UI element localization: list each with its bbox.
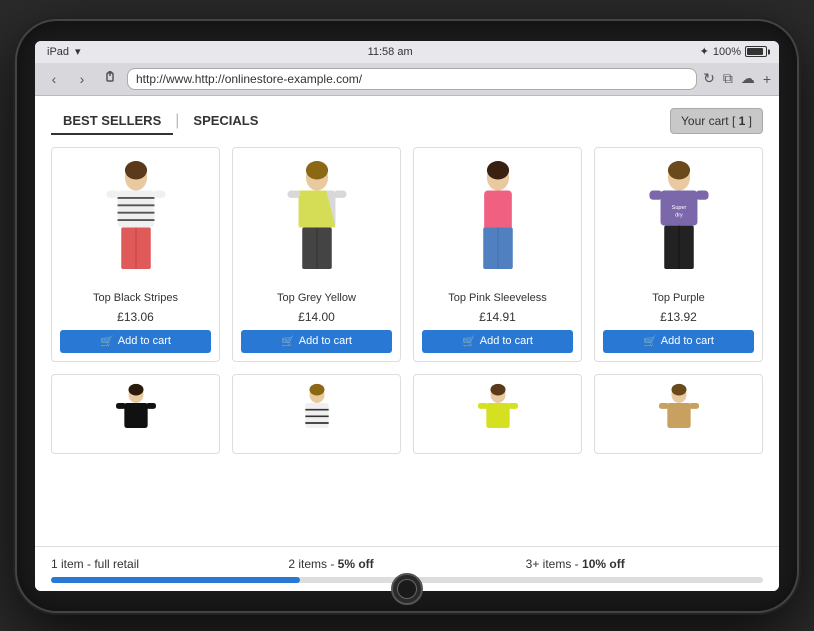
product-price-3: £14.91 [479, 310, 516, 324]
add-to-cart-label-3: Add to cart [480, 335, 533, 347]
wifi-icon: ▾ [75, 45, 81, 58]
status-bar: iPad ▾ 11:58 am ✦ 100% [35, 41, 779, 63]
bluetooth-icon: ✦ [700, 45, 709, 58]
promo-tier-1: 1 item - full retail [51, 555, 288, 573]
product-grid-row2 [51, 374, 763, 454]
nav-tabs: BEST SELLERS | SPECIALS [51, 108, 270, 135]
add-to-cart-button-2[interactable]: 🛒 Add to cart [241, 330, 392, 353]
browser-actions: ↻ ⧉ ☁ + [703, 70, 771, 87]
product-grid-row1: Top Black Stripes £13.06 🛒 Add to cart [51, 147, 763, 362]
product-card-2: Top Grey Yellow £14.00 🛒 Add to cart [232, 147, 401, 362]
home-button[interactable] [391, 573, 423, 605]
product-name-2: Top Grey Yellow [277, 292, 356, 304]
tablet-frame: iPad ▾ 11:58 am ✦ 100% ‹ › [17, 21, 797, 611]
add-to-cart-label-2: Add to cart [299, 335, 352, 347]
battery-fill [747, 48, 763, 55]
ipad-label: iPad [47, 46, 69, 58]
cloud-button[interactable]: ☁ [741, 70, 755, 87]
promo-tier2-prefix: 2 items - [288, 557, 337, 571]
status-right: ✦ 100% [700, 45, 767, 58]
add-to-cart-label-1: Add to cart [118, 335, 171, 347]
tabs-button[interactable]: ⧉ [723, 70, 733, 87]
product-card-5 [51, 374, 220, 454]
cart-icon-2: 🛒 [281, 335, 295, 348]
refresh-button[interactable]: ↻ [703, 70, 715, 87]
forward-button[interactable]: › [71, 68, 93, 90]
browser-bar: ‹ › http://www.http://onlinestore-exampl… [35, 63, 779, 96]
cart-bracket-open: [ [732, 114, 739, 128]
product-image-4: Super dry [603, 156, 754, 286]
product-image-2 [241, 156, 392, 286]
back-button[interactable]: ‹ [43, 68, 65, 90]
product-price-1: £13.06 [117, 310, 154, 324]
product-image-8 [603, 383, 754, 453]
promo-tier2-highlight: 5% off [338, 557, 374, 571]
tab-divider: | [173, 112, 181, 130]
tablet-screen: iPad ▾ 11:58 am ✦ 100% ‹ › [35, 41, 779, 591]
product-card-7 [413, 374, 582, 454]
product-name-1: Top Black Stripes [93, 292, 178, 304]
time-display: 11:58 am [368, 46, 413, 58]
status-left: iPad ▾ [47, 45, 81, 58]
promo-tier3-highlight: 10% off [582, 557, 625, 571]
share-button[interactable] [99, 68, 121, 90]
cart-label: Your cart [681, 114, 729, 128]
cart-icon-3: 🛒 [462, 335, 476, 348]
cart-icon-4: 🛒 [643, 335, 657, 348]
battery-pct: 100% [713, 46, 741, 58]
tab-specials[interactable]: SPECIALS [181, 108, 270, 135]
add-to-cart-button-1[interactable]: 🛒 Add to cart [60, 330, 211, 353]
product-card-8 [594, 374, 763, 454]
product-name-4: Top Purple [652, 292, 705, 304]
product-card-3: Top Pink Sleeveless £14.91 🛒 Add to cart [413, 147, 582, 362]
promo-progress-fill [51, 577, 300, 583]
product-price-4: £13.92 [660, 310, 697, 324]
product-image-6 [241, 383, 392, 453]
promo-tier-3: 3+ items - 10% off [526, 555, 763, 573]
product-price-2: £14.00 [298, 310, 335, 324]
add-to-cart-label-4: Add to cart [661, 335, 714, 347]
url-text: http://www.http://onlinestore-example.co… [136, 72, 362, 86]
cart-button[interactable]: Your cart [ 1 ] [670, 108, 763, 134]
promo-tier-2: 2 items - 5% off [288, 555, 525, 573]
product-card-1: Top Black Stripes £13.06 🛒 Add to cart [51, 147, 220, 362]
add-tab-button[interactable]: + [763, 71, 771, 87]
svg-text:dry: dry [675, 212, 683, 218]
promo-tier1-text: 1 item - full retail [51, 557, 139, 571]
url-bar[interactable]: http://www.http://onlinestore-example.co… [127, 68, 697, 90]
cart-icon-1: 🛒 [100, 335, 114, 348]
tab-best-sellers[interactable]: BEST SELLERS [51, 108, 173, 135]
cart-bracket-close: ] [749, 114, 752, 128]
product-image-5 [60, 383, 211, 453]
battery-icon [745, 46, 767, 57]
product-image-3 [422, 156, 573, 286]
product-card-4: Super dry Top Purple £13.92 🛒 A [594, 147, 763, 362]
product-name-3: Top Pink Sleeveless [448, 292, 546, 304]
shop-header: BEST SELLERS | SPECIALS Your cart [ 1 ] [51, 108, 763, 135]
add-to-cart-button-3[interactable]: 🛒 Add to cart [422, 330, 573, 353]
content-area: BEST SELLERS | SPECIALS Your cart [ 1 ] [35, 96, 779, 546]
add-to-cart-button-4[interactable]: 🛒 Add to cart [603, 330, 754, 353]
cart-count: 1 [739, 114, 746, 128]
home-button-inner [397, 579, 417, 599]
product-card-6 [232, 374, 401, 454]
svg-text:Super: Super [671, 205, 686, 211]
promo-tiers: 1 item - full retail 2 items - 5% off 3+… [51, 555, 763, 573]
promo-tier3-prefix: 3+ items - [526, 557, 582, 571]
product-image-7 [422, 383, 573, 453]
product-image-1 [60, 156, 211, 286]
